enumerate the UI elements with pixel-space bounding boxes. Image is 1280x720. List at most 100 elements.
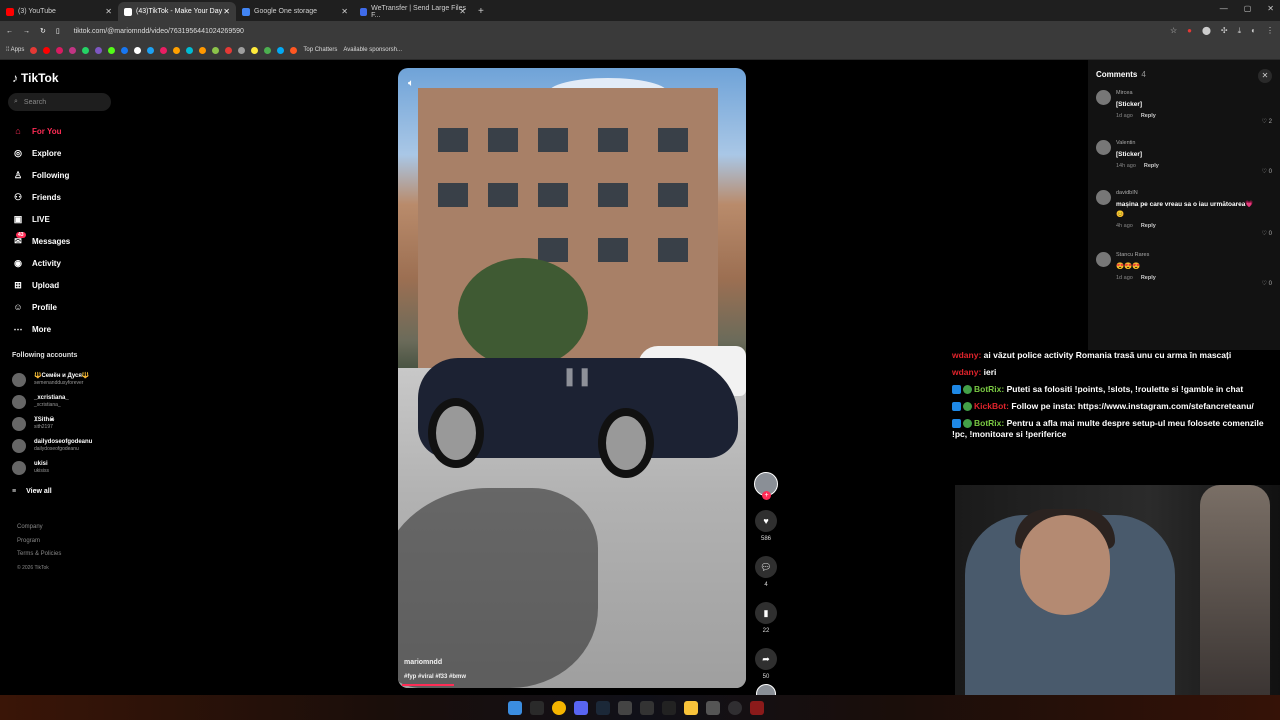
bookmark-icon[interactable] bbox=[277, 46, 285, 54]
bookmark-icon[interactable] bbox=[186, 46, 194, 54]
video-player[interactable]: 🔈︎ ❚❚ mariomndd #fyp #viral #f33 #bmw bbox=[398, 68, 746, 688]
follow-plus-icon[interactable]: + bbox=[762, 491, 771, 500]
reply-button[interactable]: Reply bbox=[1144, 163, 1159, 169]
comment-like[interactable]: ♡ 0 bbox=[1262, 168, 1272, 175]
bookmark-icon[interactable] bbox=[108, 46, 116, 54]
save-button[interactable]: ▮ bbox=[755, 602, 777, 624]
nav-live[interactable]: ▣ LIVE bbox=[0, 208, 120, 230]
app-icon[interactable] bbox=[750, 701, 764, 715]
bookmark-icon[interactable] bbox=[134, 46, 142, 54]
bookmark-icon[interactable] bbox=[160, 46, 168, 54]
reply-button[interactable]: Reply bbox=[1141, 113, 1156, 119]
pause-icon[interactable]: ❚❚ bbox=[562, 366, 592, 387]
nav-for-you[interactable]: ⌂ For You bbox=[0, 120, 120, 142]
tab-tiktok[interactable]: (43)TikTok - Make Your Day ✕ bbox=[118, 2, 236, 21]
new-tab-button[interactable]: + bbox=[472, 6, 490, 21]
profile-avatar-icon[interactable]: ◐ bbox=[1251, 26, 1256, 36]
video-author[interactable]: mariomndd bbox=[404, 659, 442, 666]
comment-user[interactable]: Mircea bbox=[1116, 90, 1256, 96]
close-tab-icon[interactable]: ✕ bbox=[105, 7, 112, 16]
close-tab-icon[interactable]: ✕ bbox=[223, 7, 230, 16]
bookmark-icon[interactable] bbox=[199, 46, 207, 54]
tiktok-logo[interactable]: ♪ TikTok bbox=[12, 71, 59, 85]
bookmark-icon[interactable] bbox=[251, 46, 259, 54]
footer-link-terms[interactable]: Terms & Policies bbox=[17, 548, 61, 562]
maximize-icon[interactable]: ▢ bbox=[1244, 4, 1252, 13]
avatar[interactable] bbox=[1096, 140, 1111, 155]
reload-icon[interactable]: ↻ bbox=[40, 27, 46, 35]
extensions-puzzle-icon[interactable]: ✣ bbox=[1221, 26, 1228, 36]
chrome-icon[interactable] bbox=[552, 701, 566, 715]
avatar[interactable] bbox=[1096, 190, 1111, 205]
nav-messages[interactable]: ✉ Messages 43 bbox=[0, 230, 120, 252]
avatar[interactable] bbox=[1096, 90, 1111, 105]
comment-user[interactable]: davidbIN bbox=[1116, 190, 1256, 196]
search-input[interactable]: ⌕ Search bbox=[8, 93, 111, 111]
bookmark-icon[interactable] bbox=[290, 46, 298, 54]
minimize-icon[interactable]: — bbox=[1220, 4, 1228, 13]
bookmark-icon[interactable] bbox=[43, 46, 51, 54]
following-account[interactable]: _xcristiana_ _xcristiana_ bbox=[12, 391, 92, 413]
apps-bookmark[interactable]: ⁞⁞ Apps bbox=[6, 47, 24, 53]
following-account[interactable]: 🔱Семён и Дуся🔱 semenanddusyforever bbox=[12, 369, 92, 391]
comment-like[interactable]: ♡ 0 bbox=[1262, 230, 1272, 237]
menu-icon[interactable]: ⋮ bbox=[1266, 26, 1274, 36]
download-icon[interactable]: ⤓ bbox=[1238, 26, 1242, 36]
footer-link-company[interactable]: Company bbox=[17, 521, 61, 535]
bookmark-icon[interactable] bbox=[173, 46, 181, 54]
nav-following[interactable]: ♙ Following bbox=[0, 164, 120, 186]
bookmark-icon[interactable] bbox=[69, 46, 77, 54]
sponsorship-bookmark[interactable]: Available sponsorsh... bbox=[343, 47, 402, 53]
avatar[interactable] bbox=[1096, 252, 1111, 267]
nav-upload[interactable]: ⊞ Upload bbox=[0, 274, 120, 296]
volume-icon[interactable]: 🔈︎ bbox=[408, 78, 414, 89]
close-tab-icon[interactable]: ✕ bbox=[341, 7, 348, 16]
back-icon[interactable]: ← bbox=[6, 28, 13, 35]
reply-button[interactable]: Reply bbox=[1141, 275, 1156, 281]
like-button[interactable]: ♥ bbox=[755, 510, 777, 532]
video-progress-bar[interactable] bbox=[402, 684, 455, 686]
close-tab-icon[interactable]: ✕ bbox=[459, 7, 466, 16]
author-avatar[interactable]: + bbox=[754, 472, 778, 500]
split-view-icon[interactable]: ▯ bbox=[56, 27, 60, 35]
forward-icon[interactable]: → bbox=[23, 28, 30, 35]
video-hashtags[interactable]: #fyp #viral #f33 #bmw bbox=[404, 674, 466, 680]
search-icon[interactable] bbox=[530, 701, 544, 715]
nav-activity[interactable]: ◉ Activity bbox=[0, 252, 120, 274]
extension-icon[interactable]: ● bbox=[1187, 26, 1192, 36]
following-account[interactable]: ukisi ukisiss bbox=[12, 457, 92, 479]
following-account[interactable]: dailydoseofgodeanu dailydoseofgodeanu bbox=[12, 435, 92, 457]
discord-icon[interactable] bbox=[574, 701, 588, 715]
bookmark-icon[interactable] bbox=[264, 46, 272, 54]
comment-user[interactable]: Valentin bbox=[1116, 140, 1256, 146]
windows-start-icon[interactable] bbox=[508, 701, 522, 715]
bookmark-icon[interactable] bbox=[212, 46, 220, 54]
obs-icon[interactable] bbox=[728, 701, 742, 715]
bookmark-icon[interactable] bbox=[238, 46, 246, 54]
reply-button[interactable]: Reply bbox=[1141, 223, 1156, 229]
app-icon[interactable] bbox=[706, 701, 720, 715]
comment-button[interactable]: 💬︎ bbox=[755, 556, 777, 578]
app-icon[interactable] bbox=[618, 701, 632, 715]
tab-wetransfer[interactable]: WeTransfer | Send Large Files F... ✕ bbox=[354, 2, 472, 21]
bookmark-icon[interactable] bbox=[95, 46, 103, 54]
nav-friends[interactable]: ⚇ Friends bbox=[0, 186, 120, 208]
bookmark-icon[interactable] bbox=[30, 46, 38, 54]
view-all-button[interactable]: ≡ View all bbox=[12, 488, 52, 495]
bookmark-icon[interactable] bbox=[225, 46, 233, 54]
bookmark-icon[interactable] bbox=[56, 46, 64, 54]
app-icon[interactable] bbox=[640, 701, 654, 715]
comment-like[interactable]: ♡ 0 bbox=[1262, 280, 1272, 287]
nav-profile[interactable]: ☺ Profile bbox=[0, 296, 120, 318]
nav-more[interactable]: ⋯ More bbox=[0, 318, 120, 340]
comment-like[interactable]: ♡ 2 bbox=[1262, 118, 1272, 125]
bookmark-star-icon[interactable]: ☆ bbox=[1170, 26, 1177, 36]
bookmark-icon[interactable] bbox=[147, 46, 155, 54]
steam-icon[interactable] bbox=[596, 701, 610, 715]
url-field[interactable]: tiktok.com/@mariomndd/video/763195644102… bbox=[74, 28, 244, 35]
extension-icon[interactable]: ⬤ bbox=[1202, 26, 1211, 36]
file-explorer-icon[interactable] bbox=[684, 701, 698, 715]
tab-google-one[interactable]: Google One storage ✕ bbox=[236, 2, 354, 21]
close-window-icon[interactable]: ✕ bbox=[1267, 4, 1274, 13]
app-icon[interactable] bbox=[662, 701, 676, 715]
